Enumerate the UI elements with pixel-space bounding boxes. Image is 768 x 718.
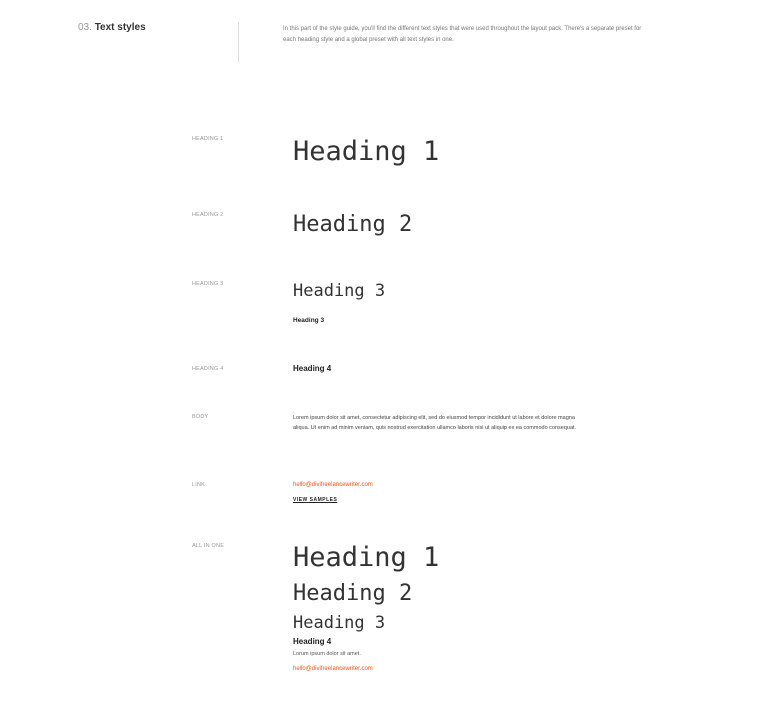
heading-3-small-sample: Heading 3 [293, 317, 325, 324]
section-intro: In this part of the style guide, you'll … [283, 26, 642, 43]
all-in-one-heading-2: Heading 2 [293, 581, 413, 606]
all-in-one-heading-1: Heading 1 [293, 542, 440, 573]
heading-4-sample: Heading 4 [293, 364, 332, 373]
section-number: 03. [78, 22, 92, 33]
all-in-one-body: Lorum ipsum dolor sit amet. [293, 651, 361, 657]
vertical-divider [238, 22, 239, 62]
body-sample: Lorem ipsum dolor sit amet, consectetur … [293, 415, 577, 431]
label-link: LINK [192, 482, 206, 488]
all-in-one-heading-3: Heading 3 [293, 613, 386, 633]
label-all-in-one: ALL IN ONE [192, 543, 225, 549]
all-in-one-heading-4: Heading 4 [293, 637, 332, 646]
view-samples-link[interactable]: VIEW SAMPLES [293, 497, 337, 503]
label-heading-2: HEADING 2 [192, 212, 224, 218]
section-title: 03. Text styles [78, 22, 146, 33]
label-body: BODY [192, 414, 209, 420]
email-link[interactable]: hello@divifreelancewriter.com [293, 482, 373, 488]
heading-3-sample: Heading 3 [293, 281, 386, 301]
label-heading-3: HEADING 3 [192, 281, 224, 287]
heading-1-sample: Heading 1 [293, 136, 440, 167]
label-heading-1: HEADING 1 [192, 136, 224, 142]
section-title-text: Text styles [94, 22, 146, 33]
all-in-one-email-link[interactable]: hello@divifreelancewriter.com [293, 666, 373, 672]
label-heading-4: HEADING 4 [192, 366, 224, 372]
heading-2-sample: Heading 2 [293, 212, 413, 237]
